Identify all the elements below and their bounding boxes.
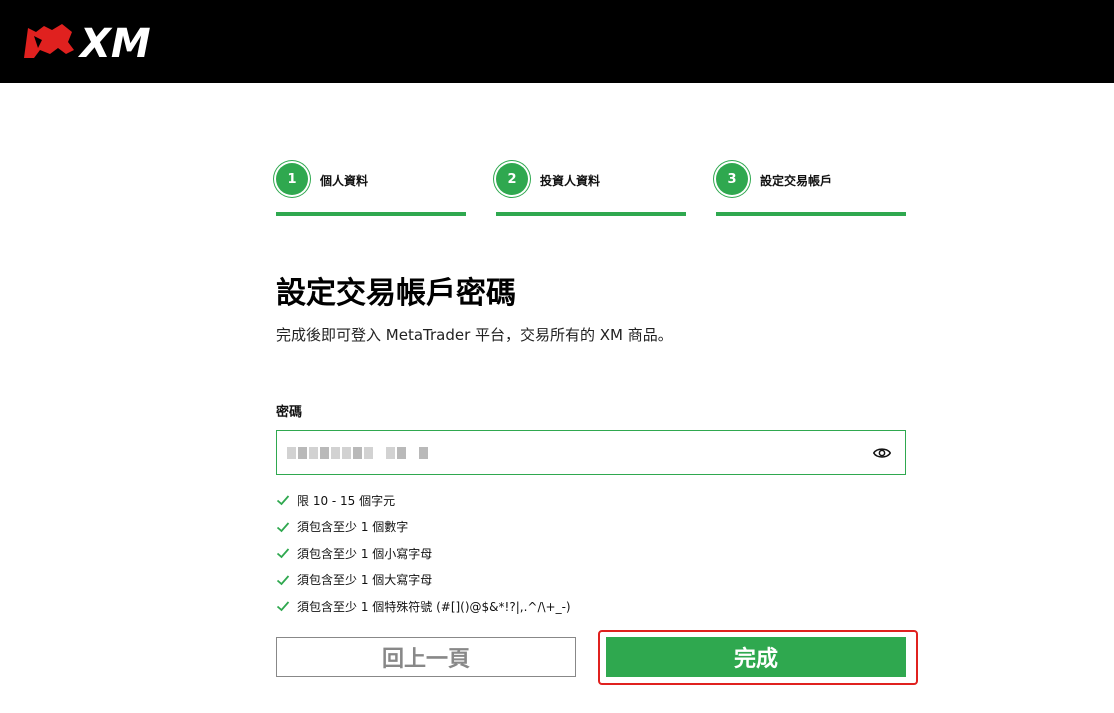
step-label: 設定交易帳戶 xyxy=(760,174,833,188)
progress-steps: 1 個人資料 2 投資人資料 3 設定交易帳戶 xyxy=(276,162,906,218)
step-number: 3 xyxy=(716,163,748,195)
back-button[interactable]: 回上一頁 xyxy=(276,637,576,677)
list-item: 須包含至少 1 個大寫字母 xyxy=(276,567,571,594)
password-input[interactable] xyxy=(276,430,906,475)
list-item: 須包含至少 1 個小寫字母 xyxy=(276,540,571,567)
step-label: 投資人資料 xyxy=(540,174,601,188)
page-title: 設定交易帳戶密碼 xyxy=(276,276,516,311)
check-icon xyxy=(276,601,290,612)
step-label: 個人資料 xyxy=(320,174,369,188)
check-icon xyxy=(276,548,290,559)
list-item: 須包含至少 1 個數字 xyxy=(276,514,571,541)
list-item: 限 10 - 15 個字元 xyxy=(276,487,571,514)
step-number: 2 xyxy=(496,163,528,195)
page-subtitle: 完成後即可登入 MetaTrader 平台，交易所有的 XM 商品。 xyxy=(276,326,673,344)
xm-logo[interactable]: XM xyxy=(22,20,172,62)
step-investor-info[interactable]: 2 投資人資料 xyxy=(496,162,686,218)
password-label: 密碼 xyxy=(276,405,303,420)
top-bar: XM xyxy=(0,0,1114,83)
step-progress-bar xyxy=(276,212,466,216)
masked-password-value xyxy=(287,447,428,459)
eye-icon[interactable] xyxy=(873,444,891,462)
list-item: 須包含至少 1 個特殊符號 (#[]()@$&*!?|,.^/\+_-) xyxy=(276,593,571,620)
step-progress-bar xyxy=(496,212,686,216)
step-number: 1 xyxy=(276,163,308,195)
step-progress-bar xyxy=(716,212,906,216)
step-account-setup[interactable]: 3 設定交易帳戶 xyxy=(716,162,906,218)
check-icon xyxy=(276,495,290,506)
done-button[interactable]: 完成 xyxy=(606,637,906,677)
step-personal-info[interactable]: 1 個人資料 xyxy=(276,162,466,218)
password-rules-list: 限 10 - 15 個字元 須包含至少 1 個數字 須包含至少 1 個小寫字母 … xyxy=(276,487,571,620)
svg-text:XM: XM xyxy=(77,21,151,62)
check-icon xyxy=(276,522,290,533)
check-icon xyxy=(276,575,290,586)
bull-logo-icon xyxy=(24,24,74,58)
